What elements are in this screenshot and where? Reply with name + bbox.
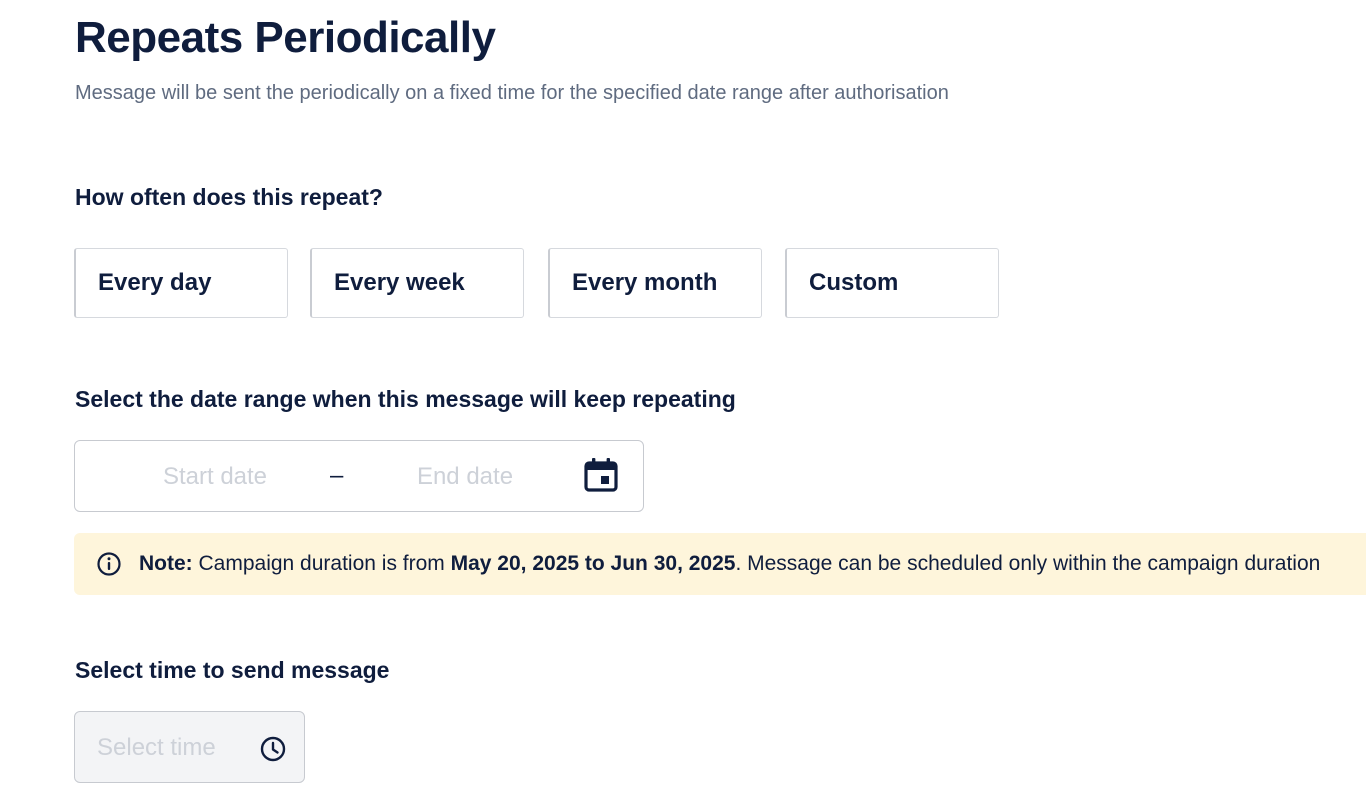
start-date-input[interactable] (123, 459, 307, 495)
repeat-schedule-page: Repeats Periodically Message will be sen… (0, 0, 1366, 806)
option-custom[interactable]: Custom (785, 248, 999, 318)
date-range-separator: – (330, 462, 344, 489)
page-subtitle: Message will be sent the periodically on… (75, 82, 949, 104)
time-input[interactable] (95, 730, 249, 766)
calendar-icon[interactable] (583, 457, 619, 493)
note-text-before: Campaign duration is from (192, 552, 451, 575)
page-title: Repeats Periodically (75, 13, 496, 62)
note-prefix: Note: (139, 552, 193, 575)
time-label: Select time to send message (75, 657, 390, 683)
note-text: Note: Campaign duration is from May 20, … (139, 550, 1320, 578)
clock-icon[interactable] (259, 735, 287, 763)
frequency-label: How often does this repeat? (75, 184, 383, 210)
note-text-after: . Message can be scheduled only within t… (735, 552, 1321, 575)
option-every-day[interactable]: Every day (74, 248, 288, 318)
time-picker[interactable] (74, 711, 305, 783)
note-campaign-dates: May 20, 2025 to Jun 30, 2025 (450, 552, 736, 575)
date-range-picker[interactable]: – (74, 440, 644, 512)
campaign-duration-note: Note: Campaign duration is from May 20, … (74, 533, 1366, 595)
option-every-week[interactable]: Every week (310, 248, 524, 318)
end-date-input[interactable] (373, 459, 557, 495)
option-every-month[interactable]: Every month (548, 248, 762, 318)
date-range-label: Select the date range when this message … (75, 386, 736, 412)
info-icon (97, 552, 121, 576)
